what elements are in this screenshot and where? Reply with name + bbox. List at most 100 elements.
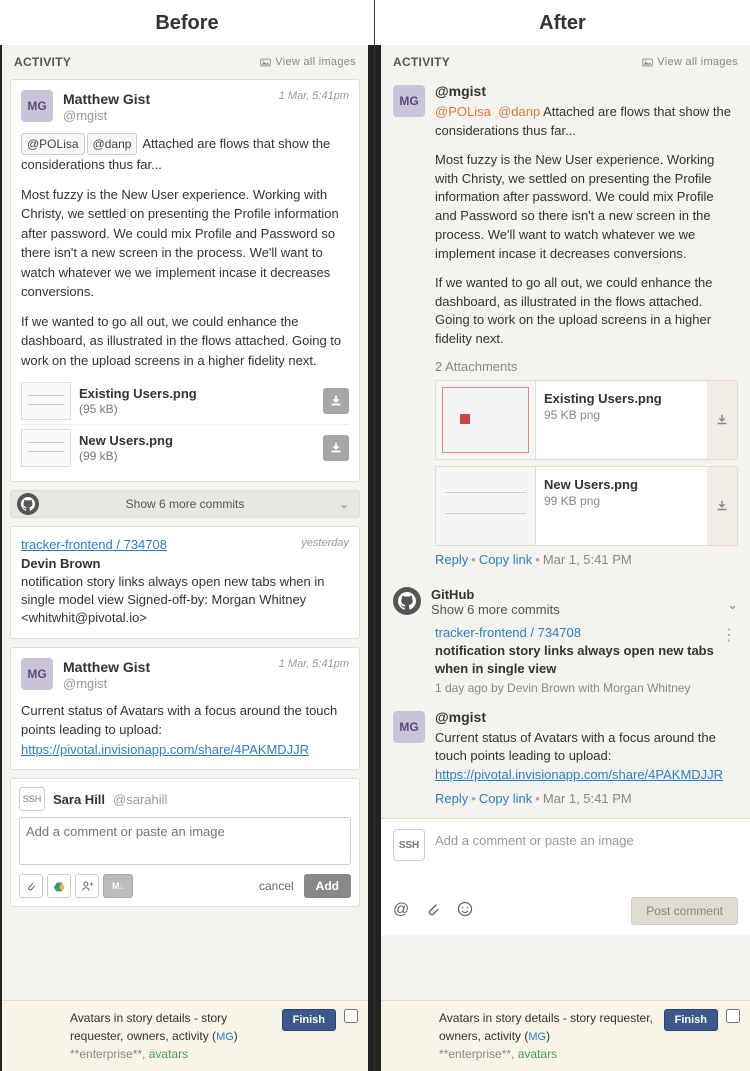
mention-link[interactable]: @POLisa — [435, 104, 491, 119]
github-label: GitHub — [431, 587, 738, 602]
comment-card: MG Matthew Gist @mgist 1 Mar, 5:41pm Cur… — [10, 647, 360, 771]
attachment-thumbnail[interactable] — [436, 467, 536, 545]
story-checkbox[interactable] — [726, 1009, 740, 1023]
commit-message: notification story links always open new… — [21, 573, 349, 628]
images-icon — [260, 57, 271, 68]
attachment-row: New Users.png (99 kB) — [21, 425, 349, 471]
comment-para: If we wanted to go all out, we could enh… — [21, 312, 349, 371]
add-button[interactable]: Add — [304, 874, 351, 898]
mention-link[interactable]: @danp — [498, 104, 540, 119]
timestamp: 1 Mar, 5:41pm — [279, 90, 349, 102]
markdown-button[interactable]: M↓ — [103, 874, 133, 898]
tag-enterprise[interactable]: **enterprise** — [439, 1047, 511, 1061]
comment-url[interactable]: https://pivotal.invisionapp.com/share/4P… — [435, 767, 723, 782]
attachment-card: New Users.png 99 KB png — [435, 466, 738, 546]
mention-pill[interactable]: @danp — [87, 133, 138, 155]
comment-url[interactable]: https://pivotal.invisionapp.com/share/4P… — [21, 742, 309, 757]
download-button[interactable] — [707, 467, 737, 545]
comment-form: SSH Sara Hill @sarahill M↓ canc — [10, 778, 360, 907]
images-icon — [642, 57, 653, 68]
attachment-thumbnail[interactable] — [436, 381, 536, 459]
comment-input[interactable]: Add a comment or paste an image — [435, 829, 738, 848]
chevron-down-icon[interactable]: ⌄ — [727, 597, 738, 613]
attach-file-button[interactable] — [19, 874, 43, 898]
attachment-size: 95 KB png — [544, 408, 699, 422]
mention-icon[interactable]: @ — [393, 901, 409, 922]
emoji-icon[interactable] — [457, 901, 473, 922]
reply-link[interactable]: Reply — [435, 791, 468, 806]
avatar: MG — [393, 711, 425, 743]
story-footer: Avatars in story details - story request… — [2, 1000, 368, 1071]
avatar: SSH — [19, 787, 45, 811]
chevron-down-icon: ⌄ — [339, 497, 349, 511]
finish-button[interactable]: Finish — [282, 1009, 336, 1031]
comment-para: If we wanted to go all out, we could enh… — [435, 274, 738, 349]
github-icon — [17, 493, 39, 515]
owner-pill[interactable]: MG — [216, 1029, 234, 1046]
attachment-thumbnail[interactable] — [21, 382, 71, 420]
heading-after: After — [375, 0, 750, 45]
view-all-images-label: View all images — [657, 56, 738, 68]
activity-label: ACTIVITY — [14, 55, 71, 69]
download-button[interactable] — [707, 381, 737, 459]
post-comment-button[interactable]: Post comment — [631, 897, 738, 925]
attachment-size: (99 kB) — [79, 449, 118, 463]
comment-actions: Reply•Copy link•Mar 1, 5:41 PM — [435, 552, 738, 567]
reply-link[interactable]: Reply — [435, 552, 468, 567]
comment-input[interactable] — [19, 817, 351, 865]
comment-actions: Reply•Copy link•Mar 1, 5:41 PM — [435, 791, 738, 806]
attachment-name: Existing Users.png — [79, 386, 197, 401]
mention-pill[interactable]: @POLisa — [21, 133, 85, 155]
copy-link[interactable]: Copy link — [479, 552, 532, 567]
author-name: Matthew Gist — [63, 658, 150, 676]
github-icon — [393, 587, 421, 615]
commit-byline: 1 day ago by Devin Brown with Morgan Whi… — [435, 681, 738, 695]
story-footer: Avatars in story details - story request… — [381, 1000, 750, 1071]
attachment-name: Existing Users.png — [544, 391, 662, 406]
commit-message: notification story links always open new… — [435, 642, 738, 678]
timestamp: Mar 1, 5:41 PM — [543, 791, 632, 806]
attachment-name: New Users.png — [544, 477, 638, 492]
avatar: SSH — [393, 829, 425, 861]
more-icon[interactable]: ⋮ — [721, 625, 736, 645]
download-button[interactable] — [323, 435, 349, 461]
commit-link[interactable]: tracker-frontend / 734708 — [435, 625, 581, 640]
comment-line-1: @POLisa@danp Attached are flows that sho… — [21, 133, 349, 175]
commenter-name: Sara Hill — [53, 792, 105, 807]
owner-pill[interactable]: MG — [528, 1029, 546, 1046]
copy-link[interactable]: Copy link — [479, 791, 532, 806]
attachment-thumbnail[interactable] — [21, 429, 71, 467]
attach-icon[interactable] — [425, 901, 441, 922]
comment-para: Most fuzzy is the New User experience. W… — [435, 151, 738, 264]
tag-avatars[interactable]: avatars — [149, 1047, 188, 1061]
comment-form: SSH Add a comment or paste an image @ Po… — [381, 818, 750, 935]
show-more-commits-label: Show 6 more commits — [126, 497, 245, 511]
attachment-card: Existing Users.png 95 KB png — [435, 380, 738, 460]
commenter-handle: @sarahill — [113, 792, 167, 807]
story-checkbox[interactable] — [344, 1009, 358, 1023]
view-all-images-link[interactable]: View all images — [260, 56, 356, 68]
attachment-size: 99 KB png — [544, 494, 699, 508]
add-person-button[interactable] — [75, 874, 99, 898]
commit-author: Devin Brown — [21, 556, 349, 571]
commit-link[interactable]: tracker-frontend / 734708 — [21, 537, 167, 552]
view-all-images-link[interactable]: View all images — [642, 56, 738, 68]
show-more-commits-label[interactable]: Show 6 more commits — [431, 602, 738, 617]
attachment-name: New Users.png — [79, 433, 173, 448]
github-block: GitHub Show 6 more commits ⌄ — [381, 579, 750, 625]
tag-enterprise[interactable]: **enterprise** — [70, 1047, 142, 1061]
cancel-link[interactable]: cancel — [259, 879, 294, 893]
download-button[interactable] — [323, 388, 349, 414]
commit-card: yesterday tracker-frontend / 734708 Devi… — [10, 526, 360, 639]
tag-avatars[interactable]: avatars — [518, 1047, 557, 1061]
comment-para: Most fuzzy is the New User experience. W… — [21, 185, 349, 302]
author-handle: @mgist — [435, 83, 738, 99]
finish-button[interactable]: Finish — [664, 1009, 718, 1031]
view-all-images-label: View all images — [275, 56, 356, 68]
heading-before: Before — [0, 0, 374, 45]
google-drive-button[interactable] — [47, 874, 71, 898]
author-handle: @mgist — [63, 108, 150, 125]
comment-block: MG @mgist @POLisa @danp Attached are flo… — [381, 79, 750, 579]
story-title: Avatars in story details - story request… — [70, 1011, 227, 1043]
show-more-commits-bar[interactable]: Show 6 more commits ⌄ — [10, 490, 360, 518]
